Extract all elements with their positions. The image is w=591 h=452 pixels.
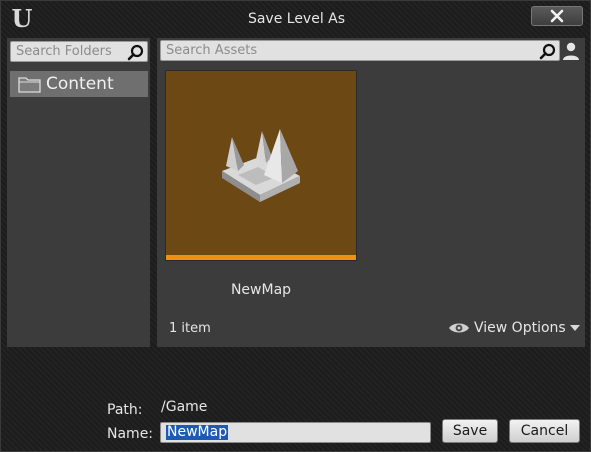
folder-icon: [18, 77, 41, 93]
save-level-dialog: U Save Level As Content: [0, 0, 591, 452]
chevron-down-icon: [569, 325, 580, 331]
user-icon[interactable]: [561, 41, 581, 61]
cancel-button[interactable]: Cancel: [509, 419, 580, 443]
search-icon[interactable]: [539, 43, 556, 60]
asset-panel: NewMap 1 item View Options: [157, 38, 585, 347]
search-folders-box[interactable]: [10, 41, 148, 62]
item-count: 1 item: [169, 321, 211, 336]
close-icon: [550, 9, 564, 23]
search-assets-box[interactable]: [160, 40, 560, 61]
dialog-title: Save Level As: [247, 11, 346, 27]
folder-item-content[interactable]: Content: [10, 71, 148, 97]
asset-tile-newmap[interactable]: [165, 70, 357, 261]
path-value: /Game: [161, 399, 208, 415]
search-assets-input[interactable]: [161, 41, 559, 60]
asset-type-bar: [166, 255, 356, 260]
save-button[interactable]: Save: [442, 419, 498, 443]
name-label: Name:: [107, 426, 154, 442]
view-options-label: View Options: [474, 320, 566, 336]
folder-panel: Content: [7, 38, 150, 347]
eye-icon: [449, 323, 469, 333]
close-button[interactable]: [531, 6, 583, 26]
name-field-value[interactable]: NewMap: [166, 425, 229, 440]
title-bar[interactable]: U Save Level As: [1, 1, 591, 37]
level-thumbnail-icon: [222, 129, 300, 202]
asset-name: NewMap: [230, 282, 292, 298]
search-icon[interactable]: [127, 44, 144, 61]
path-label: Path:: [107, 402, 143, 418]
folder-label: Content: [46, 74, 114, 94]
view-options-button[interactable]: View Options: [448, 318, 581, 338]
name-field[interactable]: NewMap: [160, 422, 431, 443]
